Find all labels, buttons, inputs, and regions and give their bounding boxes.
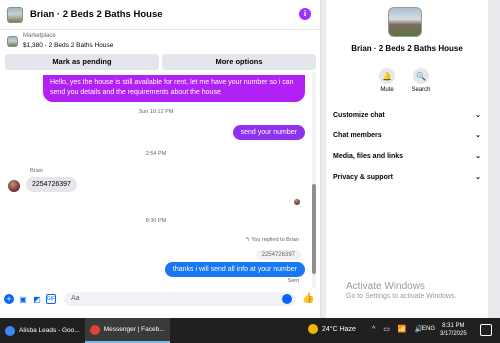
menu-media-files-links[interactable]: Media, files and links ⌄: [333, 146, 481, 166]
emoji-icon[interactable]: [282, 294, 292, 304]
listing-small-thumbnail: [7, 35, 18, 47]
sent-status: Sent: [287, 278, 299, 284]
weather-text: 24°C Haze: [322, 325, 356, 333]
activate-windows-title: Activate Windows: [346, 281, 425, 292]
message-input[interactable]: Aa: [64, 292, 296, 306]
timestamp: 8:30 PM: [145, 218, 167, 224]
search-label: Search: [411, 87, 431, 93]
chat-title[interactable]: Brian · 2 Beds 2 Baths House: [30, 9, 163, 20]
language-indicator[interactable]: ENG: [422, 326, 435, 332]
menu-privacy-support[interactable]: Privacy & support ⌄: [333, 167, 481, 187]
image-icon[interactable]: ▣: [18, 294, 28, 304]
thumbs-up-icon[interactable]: 👍: [302, 293, 314, 304]
taskbar-item-alisba-leads[interactable]: Alisba Leads - Goo...: [0, 318, 85, 343]
listing-photo[interactable]: [388, 7, 422, 37]
sender-name: Brian: [30, 168, 43, 174]
activate-windows-subtitle: Go to Settings to activate Windows.: [346, 293, 457, 300]
reply-note-text: You replied to Brian: [251, 237, 299, 243]
menu-customize-chat[interactable]: Customize chat ⌄: [333, 105, 481, 125]
clock[interactable]: 8:31 PM 3/17/2025: [440, 322, 467, 338]
info-title: Brian · 2 Beds 2 Baths House: [351, 44, 463, 53]
outgoing-message[interactable]: thanks i will send all info at your numb…: [164, 262, 305, 277]
taskbar-item-label: Alisba Leads - Goo...: [19, 327, 80, 334]
clock-date: 3/17/2025: [440, 331, 467, 337]
weather-widget[interactable]: 24°C Haze: [308, 324, 356, 334]
more-options-button[interactable]: More options: [162, 54, 316, 70]
taskbar: Alisba Leads - Goo... Messenger | Faceb.…: [0, 318, 500, 343]
marketplace-listing[interactable]: Marketplace $1,380 - 2 Beds 2 Baths Hous…: [0, 30, 321, 52]
listing-thumbnail[interactable]: [7, 6, 23, 23]
composer: + ▣ ◩ GIF Aa 👍: [0, 289, 321, 309]
scrollbar-thumb[interactable]: [312, 184, 316, 274]
menu-label: Media, files and links: [333, 152, 404, 160]
menu-label: Privacy & support: [333, 173, 393, 181]
chevron-down-icon: ⌄: [475, 132, 481, 139]
chevron-down-icon: ⌄: [475, 153, 481, 160]
plus-icon[interactable]: +: [4, 294, 14, 304]
sun-icon: [308, 324, 318, 334]
outgoing-message[interactable]: send your number: [232, 125, 305, 140]
chat-header: Brian · 2 Beds 2 Baths House i: [0, 0, 321, 30]
quoted-message[interactable]: 2254726397: [255, 250, 301, 260]
notification-icon[interactable]: [480, 324, 492, 336]
chrome-icon: [89, 324, 100, 335]
bell-icon[interactable]: 🔔: [379, 68, 395, 84]
sticker-icon[interactable]: ◩: [32, 294, 42, 304]
chat-pane: Brian · 2 Beds 2 Baths House i Marketpla…: [0, 0, 321, 318]
listing-actions: Mark as pending More options: [5, 54, 316, 70]
listing-price-title: $1,380 - 2 Beds 2 Baths House: [23, 42, 114, 49]
taskbar-item-messenger[interactable]: Messenger | Faceb...: [84, 318, 170, 343]
info-icon[interactable]: i: [299, 8, 311, 20]
message-list[interactable]: Hello, yes the house is still available …: [0, 72, 313, 288]
outgoing-message[interactable]: Hello, yes the house is still available …: [43, 75, 305, 102]
search-icon[interactable]: 🔍: [413, 68, 429, 84]
chrome-icon: [5, 325, 15, 336]
avatar[interactable]: [8, 180, 20, 192]
menu-label: Chat members: [333, 131, 382, 139]
gif-icon[interactable]: GIF: [46, 294, 56, 304]
timestamp: 2:54 PM: [145, 151, 167, 157]
timestamp: Sun 10:12 PM: [138, 109, 174, 115]
read-receipt-avatar: [294, 199, 300, 205]
clock-time: 8:31 PM: [442, 323, 465, 329]
incoming-message[interactable]: 2254726397: [26, 177, 77, 192]
menu-label: Customize chat: [333, 111, 385, 119]
taskbar-item-label: Messenger | Faceb...: [103, 326, 165, 333]
mute-label: Mute: [380, 87, 394, 93]
marketplace-label: Marketplace: [23, 33, 56, 39]
mark-as-pending-button[interactable]: Mark as pending: [5, 54, 159, 70]
message-input-placeholder: Aa: [71, 295, 80, 302]
reply-note: ↰ You replied to Brian: [245, 237, 299, 243]
scrollbar[interactable]: [312, 72, 316, 288]
chevron-down-icon: ⌄: [475, 112, 481, 119]
conversation-info-panel: Brian · 2 Beds 2 Baths House 🔔 Mute 🔍 Se…: [326, 0, 488, 318]
system-tray-icons[interactable]: ^ ▭ 📶 🔊: [372, 325, 426, 333]
chevron-down-icon: ⌄: [475, 174, 481, 181]
menu-chat-members[interactable]: Chat members ⌄: [333, 125, 481, 145]
